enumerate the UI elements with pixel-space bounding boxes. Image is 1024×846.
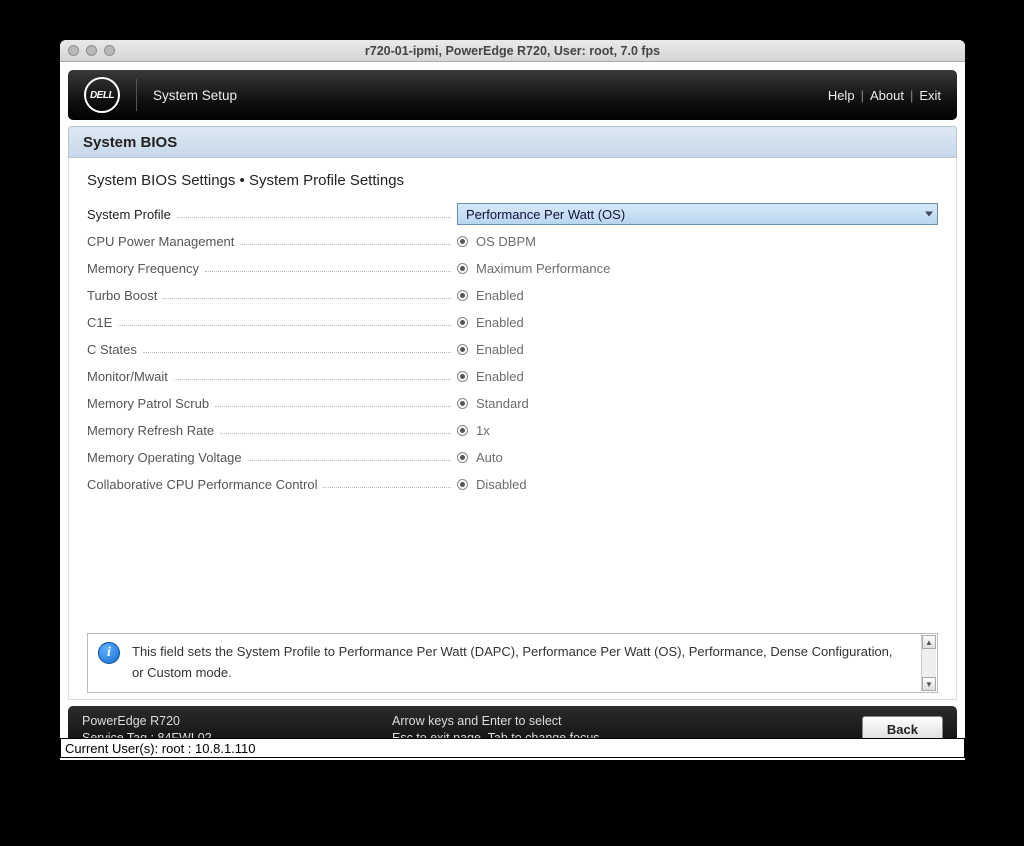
setting-value: 1x: [476, 423, 490, 438]
setting-label: Collaborative CPU Performance Control: [87, 477, 317, 492]
help-text: This field sets the System Profile to Pe…: [132, 642, 927, 684]
setting-system-profile[interactable]: System Profile Performance Per Watt (OS): [87, 203, 938, 225]
setting-row: Memory Patrol Scrub Standard: [87, 392, 938, 414]
setting-row: Turbo Boost Enabled: [87, 284, 938, 306]
setting-row: Memory Refresh Rate 1x: [87, 419, 938, 441]
setting-value: Enabled: [476, 342, 524, 357]
settings-list: System Profile Performance Per Watt (OS)…: [87, 203, 938, 495]
radio-icon[interactable]: [457, 479, 468, 490]
setting-row: C1E Enabled: [87, 311, 938, 333]
setting-value: Auto: [476, 450, 503, 465]
chevron-down-icon: [925, 212, 933, 217]
setting-label: Monitor/Mwait: [87, 369, 168, 384]
setting-value: Enabled: [476, 369, 524, 384]
radio-icon[interactable]: [457, 344, 468, 355]
setting-value: Disabled: [476, 477, 527, 492]
footer-model: PowerEdge R720: [82, 714, 392, 728]
viewer-body: DELL System Setup Help | About | Exit Sy…: [60, 62, 965, 760]
dropdown-value: Performance Per Watt (OS): [466, 207, 625, 222]
scroll-down-icon[interactable]: ▼: [922, 677, 936, 691]
scroll-up-icon[interactable]: ▲: [922, 635, 936, 649]
radio-icon[interactable]: [457, 263, 468, 274]
setting-value: Standard: [476, 396, 529, 411]
setting-row: Memory Operating Voltage Auto: [87, 446, 938, 468]
bios-header: DELL System Setup Help | About | Exit: [68, 70, 957, 120]
footer-hint-1: Arrow keys and Enter to select: [392, 714, 600, 728]
bios-screen: DELL System Setup Help | About | Exit Sy…: [68, 70, 957, 752]
setting-label: C States: [87, 342, 137, 357]
setting-value: Enabled: [476, 315, 524, 330]
status-line: Current User(s): root : 10.8.1.110: [60, 738, 965, 758]
setting-value: Enabled: [476, 288, 524, 303]
exit-link[interactable]: Exit: [919, 88, 941, 103]
radio-icon[interactable]: [457, 398, 468, 409]
setting-row: Memory Frequency Maximum Performance: [87, 257, 938, 279]
about-link[interactable]: About: [870, 88, 904, 103]
radio-icon[interactable]: [457, 425, 468, 436]
content-area: System BIOS Settings • System Profile Se…: [68, 158, 957, 700]
radio-icon[interactable]: [457, 317, 468, 328]
help-box: i This field sets the System Profile to …: [87, 633, 938, 693]
radio-icon[interactable]: [457, 290, 468, 301]
system-profile-dropdown[interactable]: Performance Per Watt (OS): [457, 203, 938, 225]
divider: [136, 79, 137, 111]
help-scrollbar[interactable]: ▲ ▼: [921, 635, 936, 691]
radio-icon[interactable]: [457, 452, 468, 463]
radio-icon[interactable]: [457, 236, 468, 247]
window-titlebar[interactable]: r720-01-ipmi, PowerEdge R720, User: root…: [60, 40, 965, 62]
header-title: System Setup: [153, 88, 237, 103]
setting-row: Collaborative CPU Performance Control Di…: [87, 473, 938, 495]
setting-row: CPU Power Management OS DBPM: [87, 230, 938, 252]
setting-label: C1E: [87, 315, 112, 330]
setting-label: CPU Power Management: [87, 234, 234, 249]
setting-value: Maximum Performance: [476, 261, 610, 276]
page-title: System BIOS: [68, 126, 957, 158]
help-link[interactable]: Help: [828, 88, 855, 103]
setting-row: C States Enabled: [87, 338, 938, 360]
setting-label: System Profile: [87, 207, 171, 222]
dell-logo-icon: DELL: [84, 77, 120, 113]
radio-icon[interactable]: [457, 371, 468, 382]
setting-label: Memory Patrol Scrub: [87, 396, 209, 411]
breadcrumb: System BIOS Settings • System Profile Se…: [87, 172, 938, 189]
remote-viewer-window: r720-01-ipmi, PowerEdge R720, User: root…: [60, 40, 965, 760]
window-title: r720-01-ipmi, PowerEdge R720, User: root…: [60, 44, 965, 58]
setting-row: Monitor/Mwait Enabled: [87, 365, 938, 387]
setting-value: OS DBPM: [476, 234, 536, 249]
info-icon: i: [98, 642, 120, 664]
setting-label: Memory Frequency: [87, 261, 199, 276]
setting-label: Turbo Boost: [87, 288, 157, 303]
setting-label: Memory Refresh Rate: [87, 423, 214, 438]
header-links: Help | About | Exit: [828, 88, 941, 103]
setting-label: Memory Operating Voltage: [87, 450, 242, 465]
